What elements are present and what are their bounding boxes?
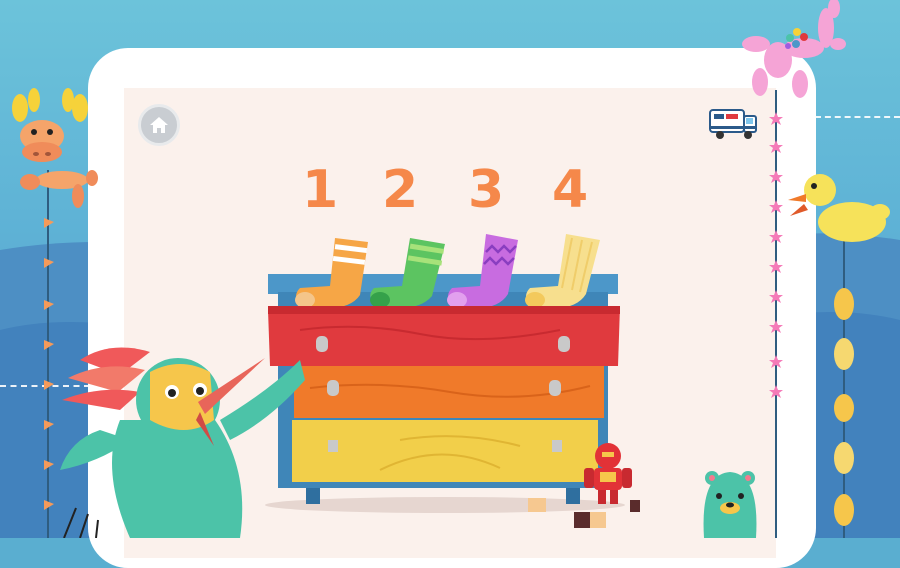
balloon-duck-icon[interactable]: [0, 0, 900, 538]
